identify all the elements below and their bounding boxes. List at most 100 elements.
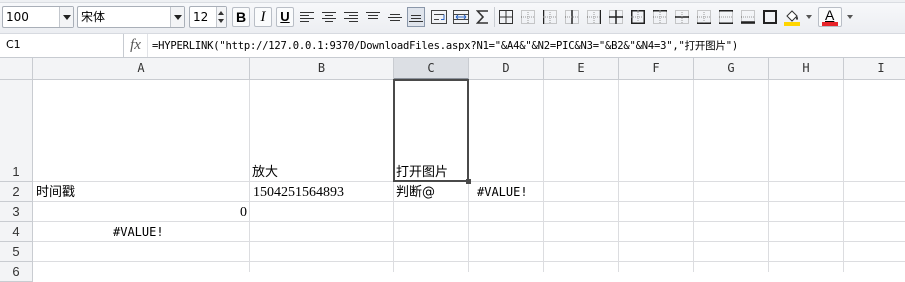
fill-handle[interactable] bbox=[466, 179, 471, 184]
gridline bbox=[618, 80, 619, 272]
border-outside-icon bbox=[631, 10, 645, 24]
step-down-icon bbox=[218, 19, 224, 23]
cell-a4[interactable]: #VALUE! bbox=[113, 223, 164, 242]
toolbar-separator bbox=[494, 7, 495, 27]
column-header-f[interactable]: F bbox=[619, 58, 694, 80]
font-color-icon: A bbox=[821, 7, 839, 26]
column-header-c[interactable]: C bbox=[394, 58, 469, 80]
align-right-button[interactable] bbox=[342, 7, 360, 27]
cell-b1[interactable]: 放大 bbox=[252, 163, 278, 182]
chevron-down-icon bbox=[847, 15, 853, 19]
active-cell-border bbox=[393, 79, 469, 182]
formula-input[interactable]: =HYPERLINK("http://127.0.0.1:9370/Downlo… bbox=[152, 38, 738, 53]
chevron-down-icon bbox=[62, 14, 71, 20]
border-right-icon bbox=[587, 10, 601, 24]
border-top-button[interactable] bbox=[651, 7, 669, 27]
row-header-5[interactable]: 5 bbox=[0, 242, 33, 262]
border-top-bottom-button[interactable] bbox=[717, 7, 735, 27]
align-left-icon bbox=[300, 12, 314, 22]
gridline bbox=[33, 201, 905, 202]
fx-icon: fx bbox=[130, 37, 141, 53]
select-all-corner[interactable] bbox=[0, 58, 33, 80]
border-inside-icon bbox=[609, 10, 623, 24]
gridline bbox=[768, 80, 769, 272]
font-size-combo[interactable]: 12 bbox=[189, 6, 227, 28]
column-header-b[interactable]: B bbox=[250, 58, 394, 80]
cell-a3[interactable]: 0 bbox=[36, 203, 247, 222]
align-bottom-button[interactable] bbox=[407, 7, 425, 27]
fill-color-dropdown[interactable] bbox=[803, 7, 815, 27]
row-header-6[interactable]: 6 bbox=[0, 262, 33, 282]
gridline bbox=[693, 80, 694, 272]
cell-reference: C1 bbox=[6, 38, 21, 51]
border-bottom-button[interactable] bbox=[695, 7, 713, 27]
italic-button[interactable]: I bbox=[254, 7, 272, 27]
column-header-h[interactable]: H bbox=[769, 58, 844, 80]
italic-label: I bbox=[260, 9, 266, 25]
zoom-value: 100 bbox=[6, 10, 29, 24]
border-outside-button[interactable] bbox=[629, 7, 647, 27]
cell-b2[interactable]: 1504251564893 bbox=[253, 183, 344, 202]
border-thick-bottom-button[interactable] bbox=[739, 7, 757, 27]
cell-d2[interactable]: #VALUE! bbox=[477, 183, 528, 202]
font-color-button[interactable]: A bbox=[818, 7, 842, 27]
border-right-button[interactable] bbox=[585, 7, 603, 27]
row-header-3[interactable]: 3 bbox=[0, 202, 33, 222]
align-center-button[interactable] bbox=[320, 7, 338, 27]
cell-c2[interactable]: 判断@ bbox=[396, 183, 435, 202]
border-inner-horizontal-button[interactable] bbox=[673, 7, 691, 27]
gridline bbox=[33, 241, 905, 242]
sum-button[interactable] bbox=[474, 7, 492, 27]
name-box[interactable]: C1 bbox=[0, 34, 124, 57]
align-bottom-icon bbox=[409, 15, 423, 22]
toolbar-top-edge bbox=[0, 0, 905, 3]
paint-bucket-icon bbox=[784, 10, 800, 26]
column-header-a[interactable]: A bbox=[33, 58, 250, 80]
font-size-value: 12 bbox=[193, 10, 209, 24]
border-bottom-icon bbox=[697, 10, 711, 24]
align-left-button[interactable] bbox=[298, 7, 316, 27]
insert-function-button[interactable]: fx bbox=[124, 34, 148, 57]
zoom-combo[interactable]: 100 bbox=[2, 6, 74, 28]
row-header-2[interactable]: 2 bbox=[0, 182, 33, 202]
font-size-stepper[interactable] bbox=[216, 7, 226, 27]
border-inside-button[interactable] bbox=[607, 7, 625, 27]
border-all-button[interactable] bbox=[497, 7, 515, 27]
border-inner-vertical-button[interactable] bbox=[563, 7, 581, 27]
fill-color-button[interactable] bbox=[782, 7, 802, 27]
border-none-button[interactable] bbox=[519, 7, 537, 27]
font-name-combo[interactable]: 宋体 bbox=[77, 6, 185, 28]
formula-bar: C1 fx =HYPERLINK("http://127.0.0.1:9370/… bbox=[0, 34, 905, 58]
zoom-dropdown-arrow[interactable] bbox=[59, 7, 73, 27]
column-header-d[interactable]: D bbox=[469, 58, 544, 80]
border-inner-horizontal-icon bbox=[675, 10, 689, 24]
merge-cells-icon bbox=[453, 10, 469, 24]
font-color-label: A bbox=[825, 7, 835, 23]
gridline bbox=[543, 80, 544, 272]
spreadsheet-grid: A B C D E F G H I 1 2 3 4 5 6 放大 打开图片 时间… bbox=[0, 58, 905, 282]
underline-button[interactable]: U bbox=[276, 7, 294, 27]
align-top-button[interactable] bbox=[364, 7, 382, 27]
border-thick-box-icon bbox=[763, 10, 777, 24]
cell-a2[interactable]: 时间戳 bbox=[36, 183, 75, 202]
column-header-g[interactable]: G bbox=[694, 58, 769, 80]
merge-cells-button[interactable] bbox=[452, 7, 470, 27]
column-header-e[interactable]: E bbox=[544, 58, 619, 80]
border-all-icon bbox=[499, 10, 513, 24]
align-middle-button[interactable] bbox=[386, 7, 404, 27]
font-color-swatch bbox=[822, 22, 838, 26]
row-header-4[interactable]: 4 bbox=[0, 222, 33, 242]
row-header-1[interactable]: 1 bbox=[0, 80, 33, 182]
bold-button[interactable]: B bbox=[232, 7, 250, 27]
chevron-down-icon bbox=[173, 14, 182, 20]
gridline bbox=[33, 261, 905, 262]
bold-label: B bbox=[235, 9, 247, 25]
column-header-i[interactable]: I bbox=[844, 58, 905, 80]
border-left-button[interactable] bbox=[541, 7, 559, 27]
border-thick-box-button[interactable] bbox=[761, 7, 779, 27]
font-color-dropdown[interactable] bbox=[844, 7, 856, 27]
wrap-text-icon bbox=[431, 10, 447, 24]
wrap-text-button[interactable] bbox=[430, 7, 448, 27]
font-name-dropdown-arrow[interactable] bbox=[170, 7, 184, 27]
border-left-icon bbox=[543, 10, 557, 24]
